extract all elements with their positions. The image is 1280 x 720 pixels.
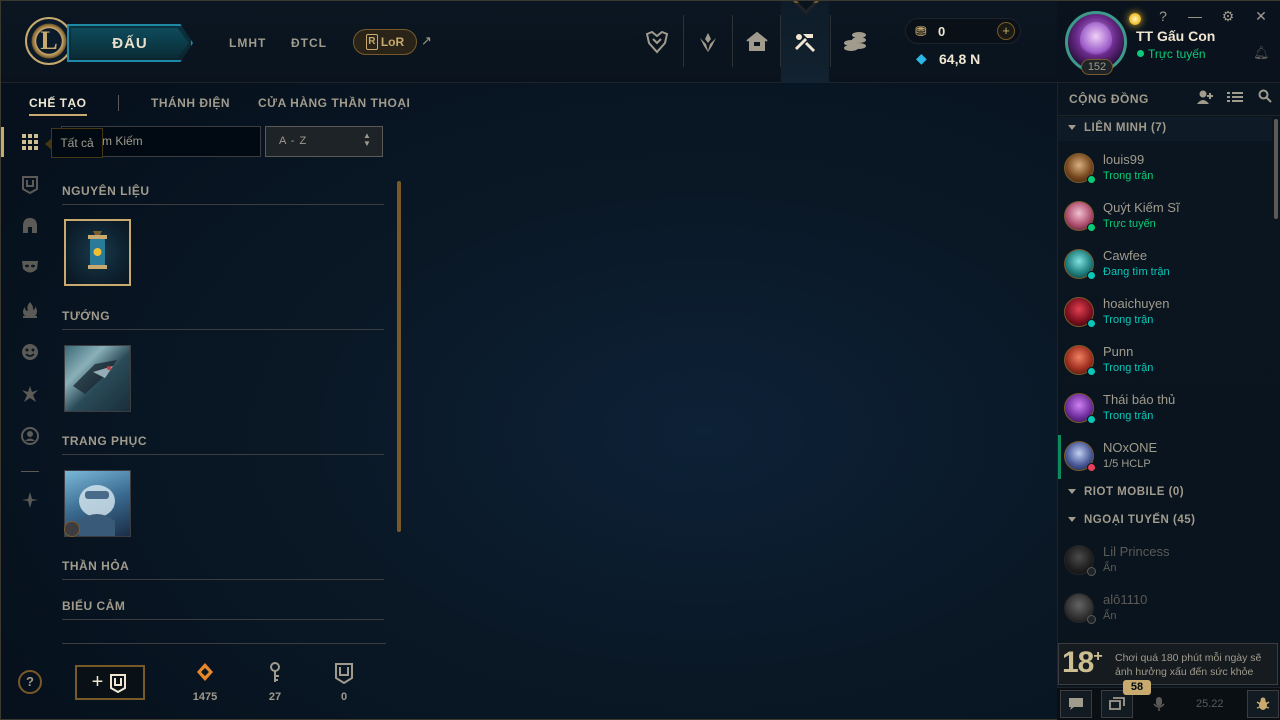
league-logo[interactable]: L bbox=[25, 17, 73, 65]
key-fragment-value: 27 bbox=[268, 691, 282, 703]
chest-icon bbox=[110, 673, 127, 693]
play-button[interactable]: ĐẤU bbox=[67, 24, 193, 62]
chevron-down-icon bbox=[1068, 489, 1076, 494]
add-friend-icon[interactable] bbox=[1196, 89, 1214, 108]
section-champions: TƯỚNG bbox=[62, 309, 384, 330]
group-lien-minh[interactable]: LIÊN MINH (7) bbox=[1058, 117, 1272, 141]
status-dot bbox=[1087, 463, 1096, 472]
status-dot bbox=[1087, 319, 1096, 328]
tooltip: Tất cả bbox=[45, 128, 103, 158]
help-button[interactable]: ? bbox=[1155, 8, 1171, 24]
age-warning-text: Chơi quá 180 phút mỗi ngày sẽ ảnh hưởng … bbox=[1115, 652, 1262, 678]
status-dot bbox=[1087, 367, 1096, 376]
nav-lor-button[interactable]: R LoR bbox=[353, 29, 417, 55]
section-eternals[interactable]: THẦN HỎA bbox=[62, 559, 384, 580]
blue-essence-value: 64,8 N bbox=[939, 51, 981, 67]
minimize-button[interactable]: — bbox=[1187, 8, 1203, 24]
rp-value: 0 bbox=[938, 24, 946, 39]
store-icon[interactable] bbox=[831, 1, 879, 83]
active-tab-underline bbox=[29, 114, 87, 116]
status-dot bbox=[1087, 567, 1096, 576]
filter-misc-icon[interactable] bbox=[19, 489, 41, 511]
chest-value: 0 bbox=[340, 691, 348, 703]
filter-chest-icon[interactable] bbox=[19, 173, 41, 195]
loot-scrollbar[interactable] bbox=[397, 181, 401, 532]
filter-profile-icon[interactable] bbox=[19, 425, 41, 447]
microphone-icon[interactable] bbox=[1143, 690, 1175, 718]
buy-rp-button[interactable]: + bbox=[997, 22, 1015, 40]
status-dot bbox=[1087, 271, 1096, 280]
group-ngoai-tuyen[interactable]: NGOẠI TUYẾN (45) bbox=[1058, 509, 1272, 533]
key-fragment-icon bbox=[263, 661, 287, 685]
orange-essence-icon bbox=[193, 661, 217, 685]
tab-sanctum[interactable]: THÁNH ĐIỆN bbox=[151, 96, 230, 110]
settings-button[interactable]: ⚙ bbox=[1220, 8, 1236, 25]
group-riot-mobile[interactable]: RIOT MOBILE (0) bbox=[1058, 481, 1272, 505]
tab-crafting[interactable]: CHẾ TẠO bbox=[29, 96, 87, 110]
filter-skin-mask-icon[interactable] bbox=[19, 256, 41, 278]
orange-essence-value: 1475 bbox=[192, 691, 218, 703]
chat-button[interactable] bbox=[1060, 690, 1092, 718]
status-dot bbox=[1087, 415, 1096, 424]
online-status-dot bbox=[1137, 50, 1144, 57]
friend-list-item[interactable]: Lil Princess Ẩn bbox=[1058, 537, 1272, 585]
chevron-down-icon bbox=[1068, 517, 1076, 522]
social-title: CỘNG ĐỒNG bbox=[1069, 92, 1149, 106]
summoner-level-badge: 152 bbox=[1081, 59, 1113, 75]
status-dot bbox=[1087, 223, 1096, 232]
section-skins: TRANG PHỤC bbox=[62, 434, 384, 455]
loot-item-champion[interactable] bbox=[64, 345, 131, 412]
status-dot bbox=[1087, 175, 1096, 184]
friend-list-item[interactable]: Cawfee Đang tìm trận bbox=[1058, 241, 1272, 289]
section-materials: NGUYÊN LIỆU bbox=[62, 184, 384, 205]
section-emotes[interactable]: BIỂU CẢM bbox=[62, 599, 384, 620]
filter-all-grid-icon[interactable] bbox=[19, 131, 41, 153]
list-view-icon[interactable] bbox=[1227, 89, 1243, 108]
tft-worlds-icon[interactable] bbox=[633, 1, 681, 83]
notification-bell-icon[interactable]: 🔔︎ bbox=[1253, 45, 1270, 61]
filter-emote-icon[interactable] bbox=[19, 341, 41, 363]
friend-list-item[interactable]: Quýt Kiếm Sĩ Trực tuyến bbox=[1058, 193, 1272, 241]
filter-tft-icon[interactable] bbox=[19, 383, 41, 405]
age-rating: 18+ bbox=[1062, 646, 1103, 679]
craft-key-chest-button[interactable]: + bbox=[75, 665, 145, 700]
skin-rarity-icon bbox=[64, 521, 80, 537]
league-client-window: L ĐẤU LMHT ĐTCL R LoR ↗ ⛃ 0 + ◆ 64,8 N 1… bbox=[0, 0, 1280, 720]
friend-list-item[interactable]: hoaichuyen Trong trận bbox=[1058, 289, 1272, 337]
close-button[interactable]: ✕ bbox=[1253, 8, 1269, 25]
profile-status[interactable]: Trực tuyến bbox=[1148, 47, 1206, 61]
friend-list-item[interactable]: alô1110 Ẩn bbox=[1058, 585, 1272, 633]
blue-essence-icon: ◆ bbox=[916, 50, 927, 66]
sort-chevron-icon: ▲ ▼ bbox=[363, 131, 371, 148]
friend-list-item[interactable]: Thái báo thủ Trong trận bbox=[1058, 385, 1272, 433]
nav-dtcl[interactable]: ĐTCL bbox=[291, 36, 327, 50]
lor-logo-icon: R bbox=[365, 34, 378, 50]
status-dot bbox=[1087, 615, 1096, 624]
chest-icon bbox=[332, 661, 356, 685]
friend-list-item[interactable]: louis99 Trong trận bbox=[1058, 145, 1272, 193]
friend-list-item[interactable]: Punn Trong trận bbox=[1058, 337, 1272, 385]
client-version: 25.22 bbox=[1196, 698, 1224, 710]
loot-help-button[interactable]: ? bbox=[18, 670, 42, 694]
nav-lmht[interactable]: LMHT bbox=[229, 36, 266, 50]
friend-list-item[interactable]: NOxONE 1/5 HCLP bbox=[1058, 433, 1272, 481]
chevron-down-icon bbox=[1068, 125, 1076, 130]
search-icon[interactable] bbox=[1258, 89, 1272, 106]
filter-ward-flame-icon[interactable] bbox=[19, 299, 41, 321]
tab-mythic-shop[interactable]: CỬA HÀNG THẦN THOẠI bbox=[258, 96, 410, 110]
summoner-name: TT Gấu Con bbox=[1136, 28, 1216, 44]
lightbulb-icon[interactable] bbox=[1129, 13, 1141, 25]
social-scrollbar[interactable] bbox=[1274, 119, 1278, 219]
bug-report-icon[interactable] bbox=[1247, 690, 1279, 718]
filter-champion-helmet-icon[interactable] bbox=[19, 215, 41, 237]
ranked-icon[interactable] bbox=[684, 1, 732, 83]
loot-item-material[interactable] bbox=[64, 219, 131, 286]
collection-icon[interactable] bbox=[733, 1, 781, 83]
rp-coin-icon: ⛃ bbox=[915, 23, 927, 39]
external-link-icon: ↗ bbox=[421, 33, 432, 48]
loot-item-skin[interactable] bbox=[64, 470, 131, 537]
